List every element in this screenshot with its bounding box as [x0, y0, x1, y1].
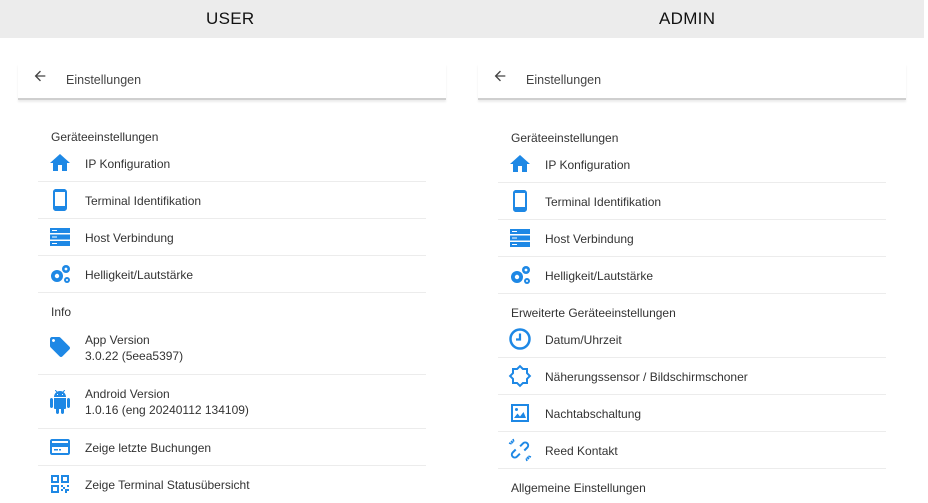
user-item-terminal-status[interactable]: Zeige Terminal Statusübersicht	[38, 466, 426, 503]
user-item-brightness-volume[interactable]: Helligkeit/Lautstärke	[38, 256, 426, 293]
smartphone-icon	[53, 189, 67, 211]
credit-card-icon	[50, 439, 70, 455]
user-item-ip-config[interactable]: IP Konfiguration	[38, 145, 426, 182]
item-label: Terminal Identifikation	[545, 195, 662, 209]
gears-icon	[51, 265, 70, 283]
item-label: Android Version	[85, 387, 170, 401]
user-page-title: Einstellungen	[66, 73, 142, 87]
item-label: Host Verbindung	[545, 232, 634, 246]
tag-icon	[50, 337, 70, 357]
link-off-icon	[508, 438, 532, 462]
user-item-android-version: Android Version 1.0.16 (eng 20240112 134…	[38, 375, 426, 429]
admin-item-night-shutdown[interactable]: Nachtabschaltung	[498, 395, 886, 432]
image-icon	[511, 404, 529, 422]
home-icon	[50, 154, 70, 171]
item-label: App Version	[85, 333, 150, 347]
admin-settings-panel: Einstellungen Geräteeinstellungen IP Kon…	[478, 38, 906, 503]
android-icon	[50, 390, 70, 414]
item-label: IP Konfiguration	[85, 157, 171, 171]
sun-icon	[508, 364, 532, 388]
user-section-info: Info	[51, 305, 72, 319]
item-label: Reed Kontakt	[545, 444, 618, 458]
admin-item-date-time[interactable]: Datum/Uhrzeit	[498, 321, 886, 358]
item-label: Helligkeit/Lautstärke	[545, 269, 654, 283]
admin-column-label: ADMIN	[659, 9, 716, 28]
admin-item-brightness-volume[interactable]: Helligkeit/Lautstärke	[498, 257, 886, 294]
home-icon	[510, 155, 530, 172]
user-column-label: USER	[206, 9, 255, 28]
clock-icon	[509, 328, 531, 350]
user-settings-panel: Einstellungen Geräteeinstellungen IP Kon…	[18, 38, 446, 503]
admin-section-advanced: Erweiterte Geräteeinstellungen	[511, 306, 676, 320]
back-arrow-icon[interactable]	[492, 68, 508, 84]
item-label: Helligkeit/Lautstärke	[85, 268, 194, 282]
user-app-bar: Einstellungen	[18, 64, 446, 100]
server-icon	[50, 228, 70, 246]
item-label: Terminal Identifikation	[85, 194, 202, 208]
admin-section-device: Geräteeinstellungen	[511, 131, 619, 145]
item-label: Datum/Uhrzeit	[545, 333, 622, 347]
user-item-last-bookings[interactable]: Zeige letzte Buchungen	[38, 429, 426, 466]
server-icon	[510, 229, 530, 247]
user-item-host-connection[interactable]: Host Verbindung	[38, 219, 426, 256]
user-item-terminal-id[interactable]: Terminal Identifikation	[38, 182, 426, 219]
item-label: IP Konfiguration	[545, 158, 631, 172]
user-item-app-version: App Version 3.0.22 (5eea5397)	[38, 321, 426, 375]
admin-page-title: Einstellungen	[526, 73, 602, 87]
item-label: Näherungssensor / Bildschirmschoner	[545, 370, 748, 384]
admin-section-general: Allgemeine Einstellungen	[511, 481, 646, 495]
admin-item-proximity-screensaver[interactable]: Näherungssensor / Bildschirmschoner	[498, 358, 886, 395]
admin-item-ip-config[interactable]: IP Konfiguration	[498, 146, 886, 183]
smartphone-icon	[513, 190, 527, 212]
admin-item-terminal-id[interactable]: Terminal Identifikation	[498, 183, 886, 220]
admin-app-bar: Einstellungen	[478, 64, 906, 100]
header-band: USER ADMIN	[0, 0, 924, 38]
item-value: 1.0.16 (eng 20240112 134109)	[85, 403, 249, 417]
item-value: 3.0.22 (5eea5397)	[85, 349, 184, 363]
gears-icon	[511, 266, 530, 284]
qr-code-icon	[51, 475, 69, 493]
back-arrow-icon[interactable]	[32, 68, 48, 84]
item-label: Host Verbindung	[85, 231, 174, 245]
item-label: Nachtabschaltung	[545, 407, 642, 421]
item-label: Zeige letzte Buchungen	[85, 441, 212, 455]
item-label: Zeige Terminal Statusübersicht	[85, 478, 250, 492]
admin-item-reed-contact[interactable]: Reed Kontakt	[498, 432, 886, 469]
user-section-device: Geräteeinstellungen	[51, 130, 159, 144]
admin-item-host-connection[interactable]: Host Verbindung	[498, 220, 886, 257]
